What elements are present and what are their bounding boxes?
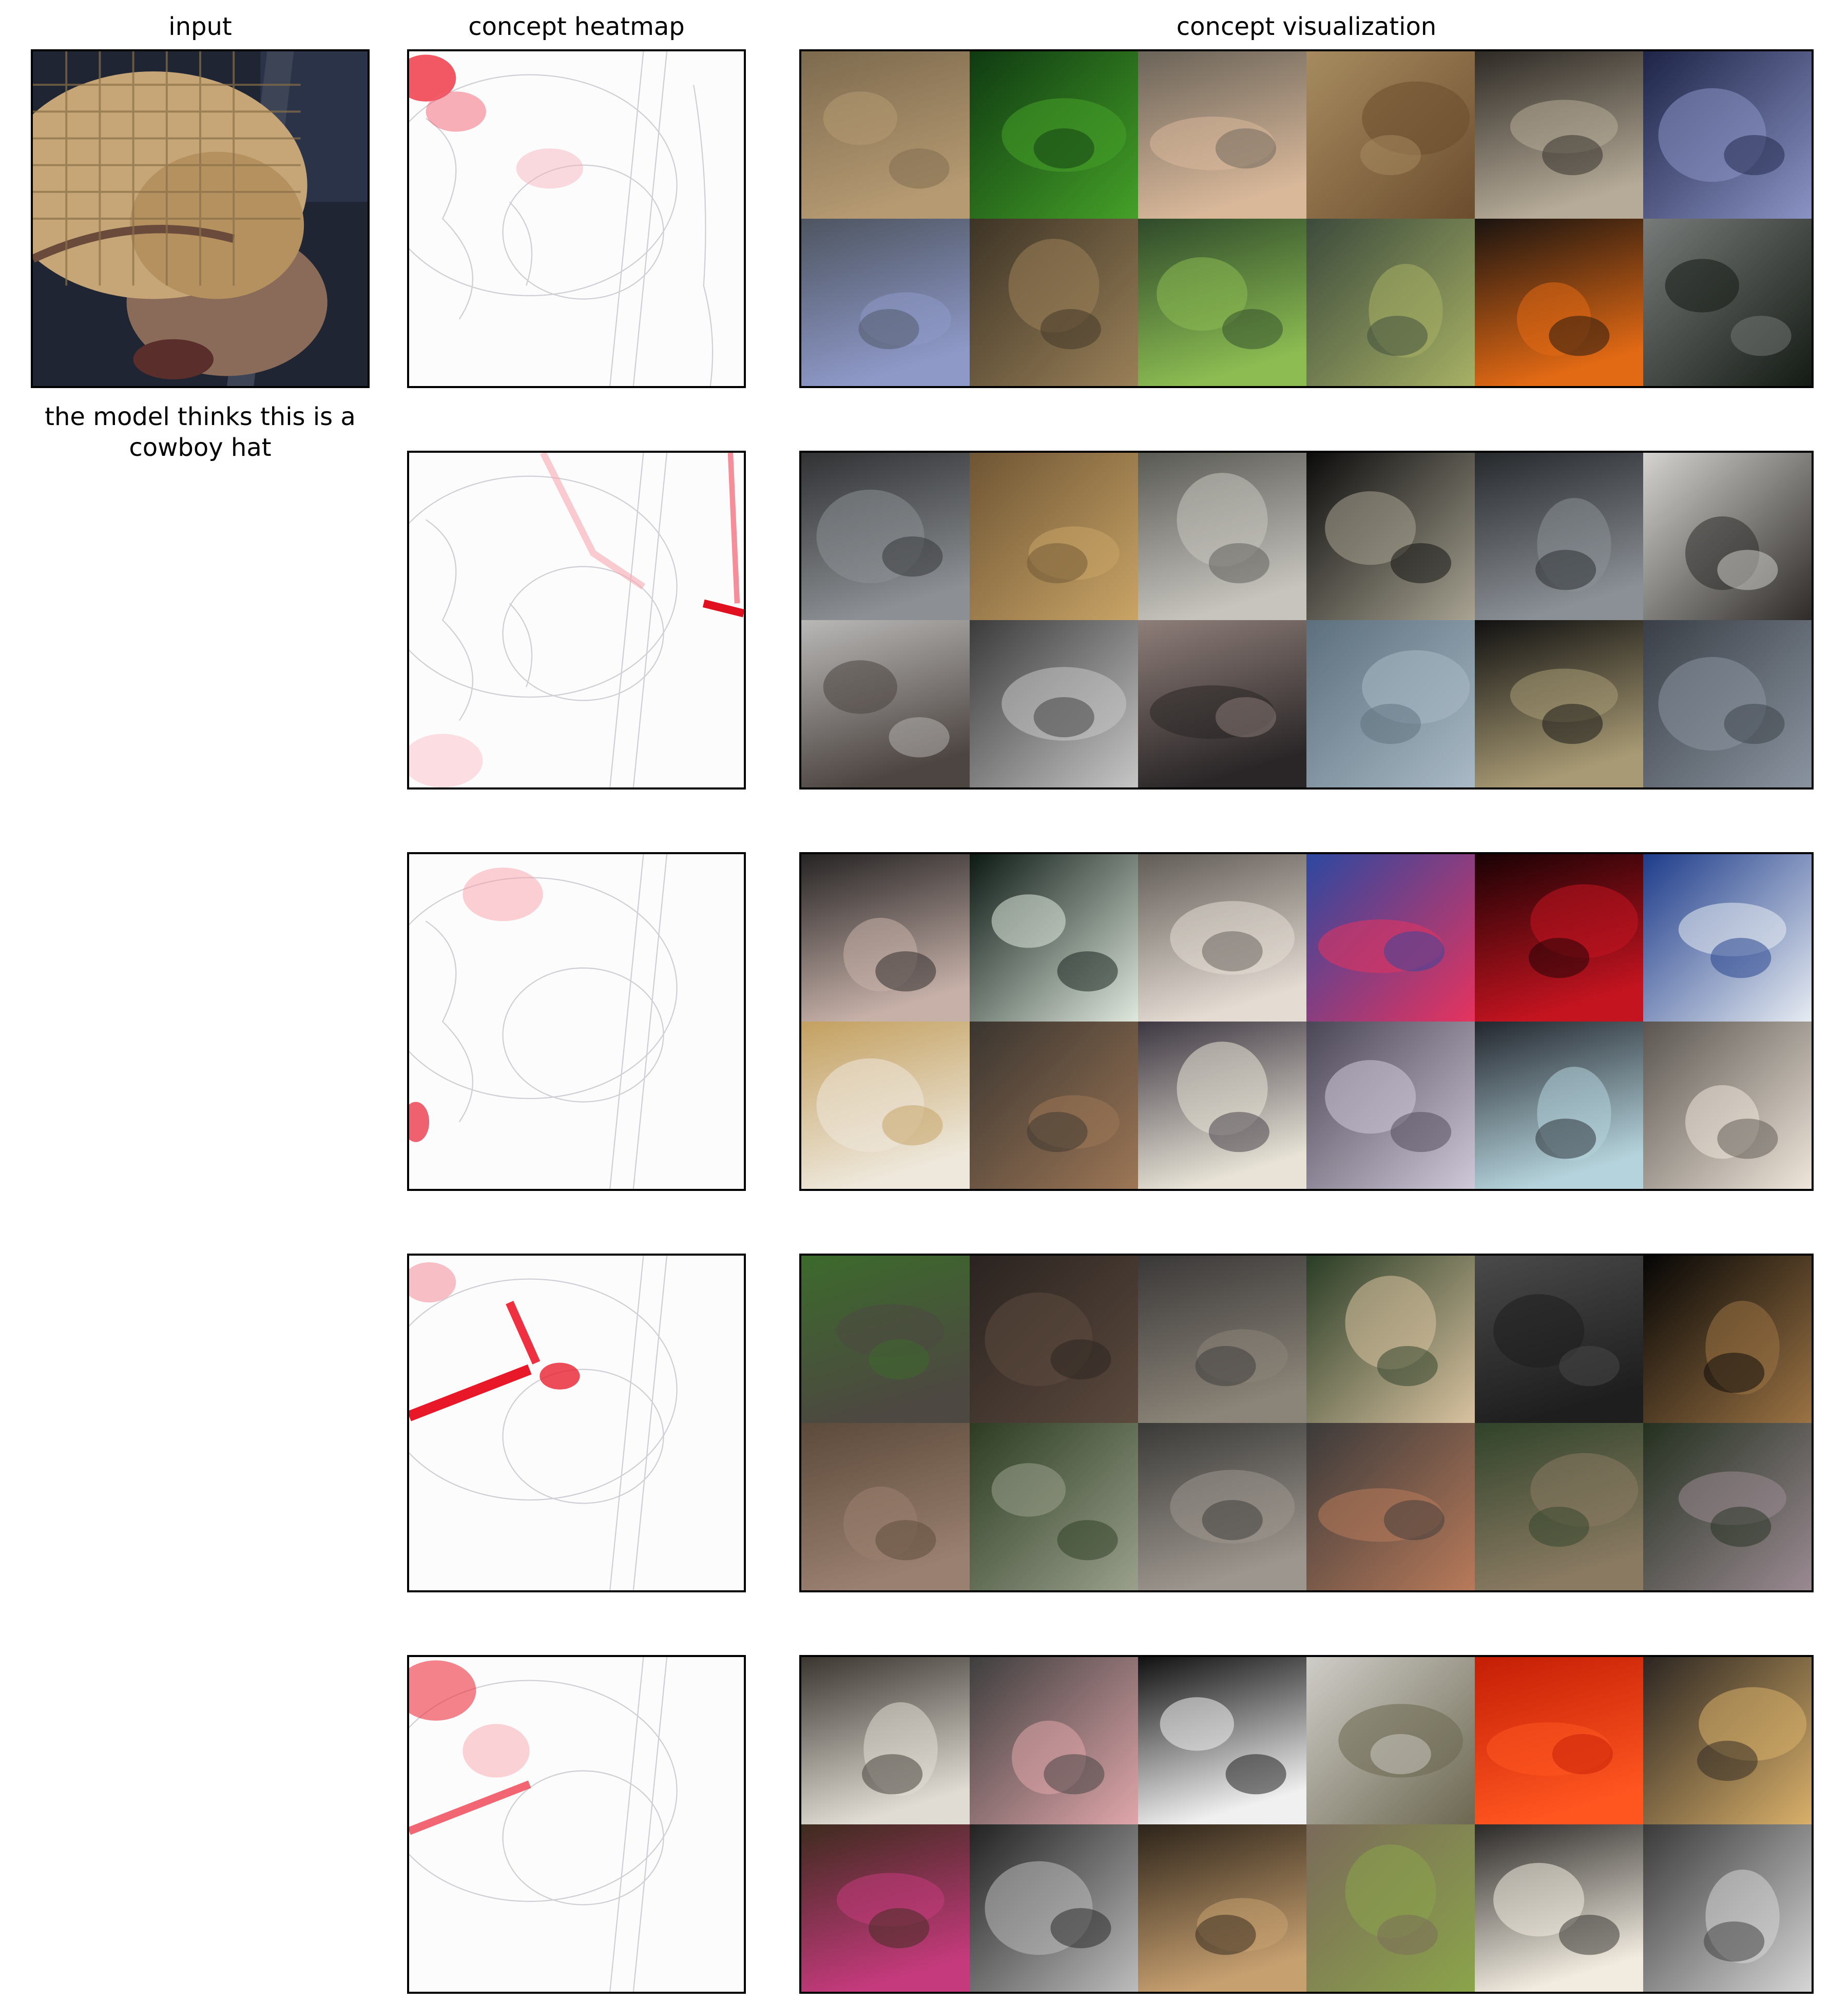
concept-heatmap [407, 852, 746, 1191]
visualization-column-title: concept visualization [1176, 12, 1437, 41]
input-column-title: input [168, 12, 232, 41]
concept-visualization-grid [799, 451, 1814, 790]
concept-tile [1643, 1423, 1812, 1590]
concept-tile [1643, 453, 1812, 620]
concept-tile [1643, 1256, 1812, 1423]
concept-tile [1138, 1256, 1306, 1423]
concept-tile [1306, 219, 1475, 386]
input-image [31, 49, 370, 388]
concept-tile [970, 51, 1138, 219]
concept-tile [970, 1256, 1138, 1423]
concept-tile [1643, 51, 1812, 219]
concept-tile [1138, 620, 1306, 787]
concept-tile [1475, 1022, 1643, 1189]
concept-tile [1475, 1423, 1643, 1590]
heatmap-column-title: concept heatmap [468, 12, 685, 41]
concept-tile [970, 453, 1138, 620]
concept-tile [1475, 1824, 1643, 1992]
concept-visualization-grid [799, 1254, 1814, 1592]
concept-tile [1138, 1657, 1306, 1824]
concept-tile [1306, 1022, 1475, 1189]
concept-tile [1306, 51, 1475, 219]
concept-tile [1643, 620, 1812, 787]
concept-tile [1138, 453, 1306, 620]
concept-tile [801, 51, 970, 219]
concept-tile [1475, 1256, 1643, 1423]
concept-tile [1306, 1256, 1475, 1423]
concept-tile [801, 1256, 970, 1423]
concept-tile [970, 1423, 1138, 1590]
concept-tile [1643, 1657, 1812, 1824]
concept-tile [801, 1657, 970, 1824]
concept-heatmap [407, 1254, 746, 1592]
concept-tile [1306, 854, 1475, 1022]
concept-tile [970, 1657, 1138, 1824]
concept-tile [1643, 219, 1812, 386]
concept-tile [801, 854, 970, 1022]
concept-tile [1643, 854, 1812, 1022]
concept-tile [970, 854, 1138, 1022]
concept-visualization-grid [799, 1655, 1814, 1994]
concept-tile [1475, 219, 1643, 386]
concept-tile [1138, 1824, 1306, 1992]
concept-tile [1306, 1824, 1475, 1992]
concept-tile [1138, 854, 1306, 1022]
concept-visualization-grid [799, 49, 1814, 388]
concept-tile [1643, 1824, 1812, 1992]
concept-tile [1306, 453, 1475, 620]
concept-tile [1475, 1657, 1643, 1824]
concept-visualization-grid [799, 852, 1814, 1191]
concept-tile [970, 219, 1138, 386]
concept-tile [970, 620, 1138, 787]
concept-tile [1643, 1022, 1812, 1189]
concept-tile [801, 453, 970, 620]
concept-tile [801, 1022, 970, 1189]
concept-tile [1306, 1423, 1475, 1590]
concept-tile [801, 1824, 970, 1992]
concept-tile [1138, 51, 1306, 219]
concept-tile [1138, 1022, 1306, 1189]
concept-tile [1475, 854, 1643, 1022]
concept-tile [1306, 1657, 1475, 1824]
concept-tile [1475, 453, 1643, 620]
concept-tile [1306, 620, 1475, 787]
concept-tile [801, 620, 970, 787]
concept-tile [801, 1423, 970, 1590]
concept-tile [970, 1824, 1138, 1992]
prediction-caption: the model thinks this is a cowboy hat [45, 402, 356, 462]
concept-tile [1138, 1423, 1306, 1590]
concept-tile [1475, 51, 1643, 219]
concept-heatmap [407, 49, 746, 388]
concept-tile [1475, 620, 1643, 787]
concept-tile [970, 1022, 1138, 1189]
concept-heatmap [407, 1655, 746, 1994]
concept-heatmap [407, 451, 746, 790]
concept-tile [801, 219, 970, 386]
concept-tile [1138, 219, 1306, 386]
